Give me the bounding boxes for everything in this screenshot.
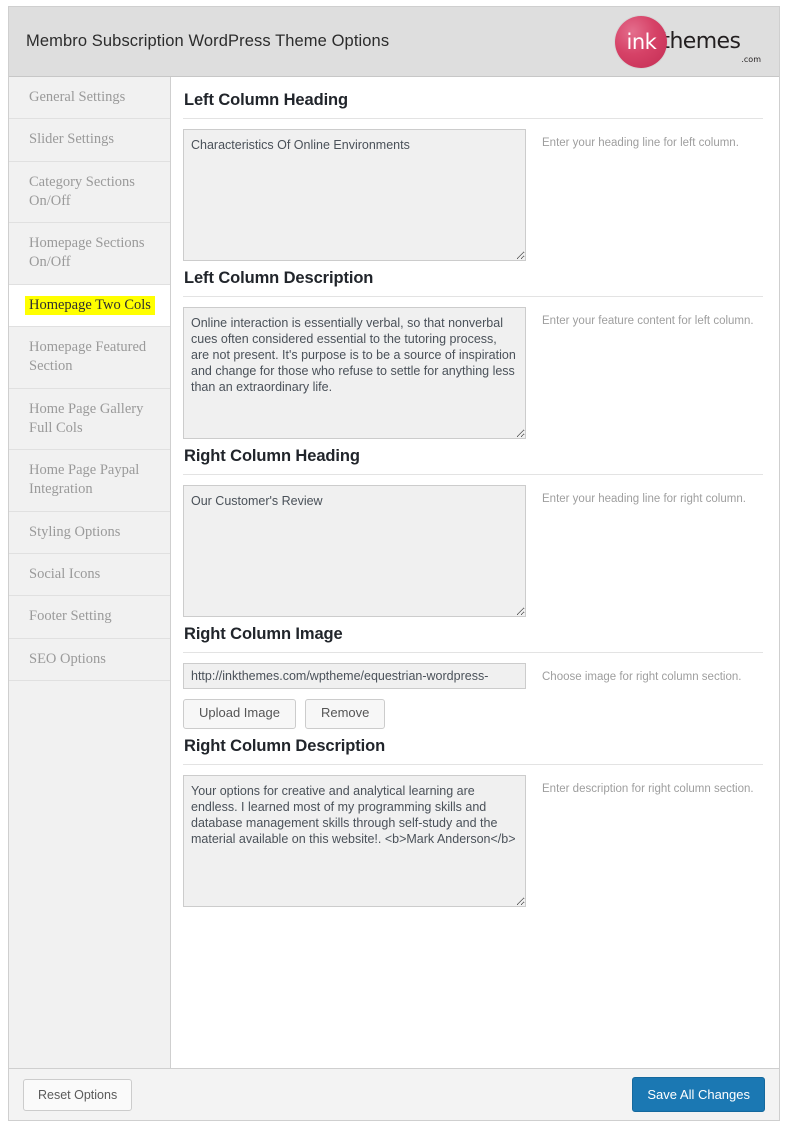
field-control (183, 485, 528, 617)
sidebar-item-homepage-sections-onoff[interactable]: Homepage Sections On/Off (9, 223, 170, 285)
field-row: Enter your heading line for left column. (183, 129, 763, 261)
remove-image-button[interactable]: Remove (304, 699, 386, 729)
sidebar-item-home-page-paypal-integration[interactable]: Home Page Paypal Integration (9, 450, 170, 512)
field-hint: Enter your heading line for right column… (542, 493, 746, 505)
panel-body: General Settings Slider Settings Categor… (9, 77, 779, 1068)
section-divider (183, 652, 763, 653)
sidebar-item-homepage-two-cols[interactable]: Homepage Two Cols (9, 284, 170, 327)
sidebar-item-general-settings[interactable]: General Settings (9, 77, 170, 120)
field-control (183, 774, 528, 907)
field-row: Enter your feature content for left colu… (183, 307, 763, 439)
sidebar-item-label: Category Sections On/Off (29, 173, 135, 209)
logo-circle-icon: ink (615, 15, 668, 68)
section-title: Right Column Description (184, 736, 386, 755)
section-divider (183, 763, 763, 765)
section-divider (183, 118, 763, 119)
page-title: Membro Subscription WordPress Theme Opti… (26, 32, 390, 50)
page-header: Membro Subscription WordPress Theme Opti… (9, 7, 779, 77)
reset-options-button[interactable]: Reset Options (23, 1078, 133, 1111)
sidebar-item-label: Footer Setting (29, 608, 112, 625)
section-title: Left Column Heading (184, 91, 349, 109)
options-main: Left Column Heading Enter your heading l… (171, 77, 779, 1068)
right-column-image-url-input[interactable] (183, 663, 526, 689)
section-right-column-description: Right Column Description Enter descripti… (183, 737, 763, 907)
field-hint: Choose image for right column section. (542, 671, 742, 683)
sidebar-item-homepage-featured-section[interactable]: Homepage Featured Section (9, 326, 170, 389)
section-title: Right Column Image (184, 625, 343, 643)
right-column-description-textarea[interactable] (183, 774, 526, 907)
image-button-row: Upload Image Remove (183, 699, 528, 729)
field-hint: Enter description for right column secti… (542, 782, 754, 795)
sidebar-item-label: Styling Options (29, 523, 121, 540)
section-divider (183, 474, 763, 475)
field-hint-wrap: Enter your heading line for left column. (528, 129, 763, 151)
inkthemes-logo: ink themes .com (615, 15, 765, 68)
options-panel: Membro Subscription WordPress Theme Opti… (8, 6, 780, 1121)
field-row: Enter your heading line for right column… (183, 485, 763, 617)
sidebar-item-slider-settings[interactable]: Slider Settings (9, 119, 170, 162)
logo-suffix-text: .com (741, 54, 761, 64)
sidebar-item-label: SEO Options (29, 650, 106, 667)
left-column-heading-textarea[interactable] (183, 129, 526, 261)
sidebar-item-footer-setting[interactable]: Footer Setting (9, 596, 170, 639)
upload-image-button[interactable]: Upload Image (183, 699, 296, 729)
panel-footer: Reset Options Save All Changes (9, 1068, 779, 1120)
field-row: Enter description for right column secti… (183, 774, 763, 907)
sidebar-item-label: Homepage Sections On/Off (29, 235, 145, 271)
field-control: Upload Image Remove (183, 663, 528, 729)
section-right-column-image: Right Column Image Upload Image Remove C… (183, 625, 763, 729)
sidebar-item-label: Homepage Two Cols (25, 295, 155, 315)
sidebar-nav: General Settings Slider Settings Categor… (9, 77, 171, 1068)
page-root: Membro Subscription WordPress Theme Opti… (0, 0, 788, 1129)
field-hint-wrap: Enter description for right column secti… (528, 775, 763, 797)
field-control (183, 129, 528, 261)
field-hint-wrap: Enter your heading line for right column… (528, 485, 763, 507)
section-divider (183, 296, 763, 297)
section-title: Left Column Description (184, 269, 374, 287)
sidebar-item-social-icons[interactable]: Social Icons (9, 553, 170, 597)
right-column-heading-textarea[interactable] (183, 485, 526, 617)
save-all-changes-button[interactable]: Save All Changes (632, 1077, 765, 1112)
logo-word-text: themes (661, 28, 741, 54)
section-left-column-description: Left Column Description Enter your featu… (183, 269, 763, 439)
sidebar-item-category-sections-onoff[interactable]: Category Sections On/Off (9, 161, 170, 224)
field-hint: Enter your feature content for left colu… (542, 315, 754, 327)
sidebar-item-label: Home Page Paypal Integration (29, 462, 140, 498)
section-left-column-heading: Left Column Heading Enter your heading l… (183, 91, 763, 261)
sidebar-item-home-page-gallery-full-cols[interactable]: Home Page Gallery Full Cols (9, 388, 170, 451)
sidebar-item-label: Home Page Gallery Full Cols (29, 400, 144, 436)
sidebar-item-label: Slider Settings (29, 131, 114, 148)
sidebar-item-label: Homepage Featured Section (29, 338, 147, 375)
sidebar-item-styling-options[interactable]: Styling Options (9, 511, 170, 554)
field-row: Upload Image Remove Choose image for rig… (183, 663, 763, 729)
sidebar-item-label: Social Icons (29, 565, 101, 582)
sidebar-item-label: General Settings (29, 89, 126, 105)
section-title: Right Column Heading (184, 447, 360, 465)
field-hint-wrap: Enter your feature content for left colu… (528, 307, 763, 329)
section-right-column-heading: Right Column Heading Enter your heading … (183, 447, 763, 617)
field-hint: Enter your heading line for left column. (542, 137, 739, 149)
field-control (183, 307, 528, 439)
left-column-description-textarea[interactable] (183, 307, 526, 439)
sidebar-item-seo-options[interactable]: SEO Options (9, 638, 170, 681)
field-hint-wrap: Choose image for right column section. (528, 663, 763, 685)
logo-mark-text: ink (626, 30, 657, 54)
